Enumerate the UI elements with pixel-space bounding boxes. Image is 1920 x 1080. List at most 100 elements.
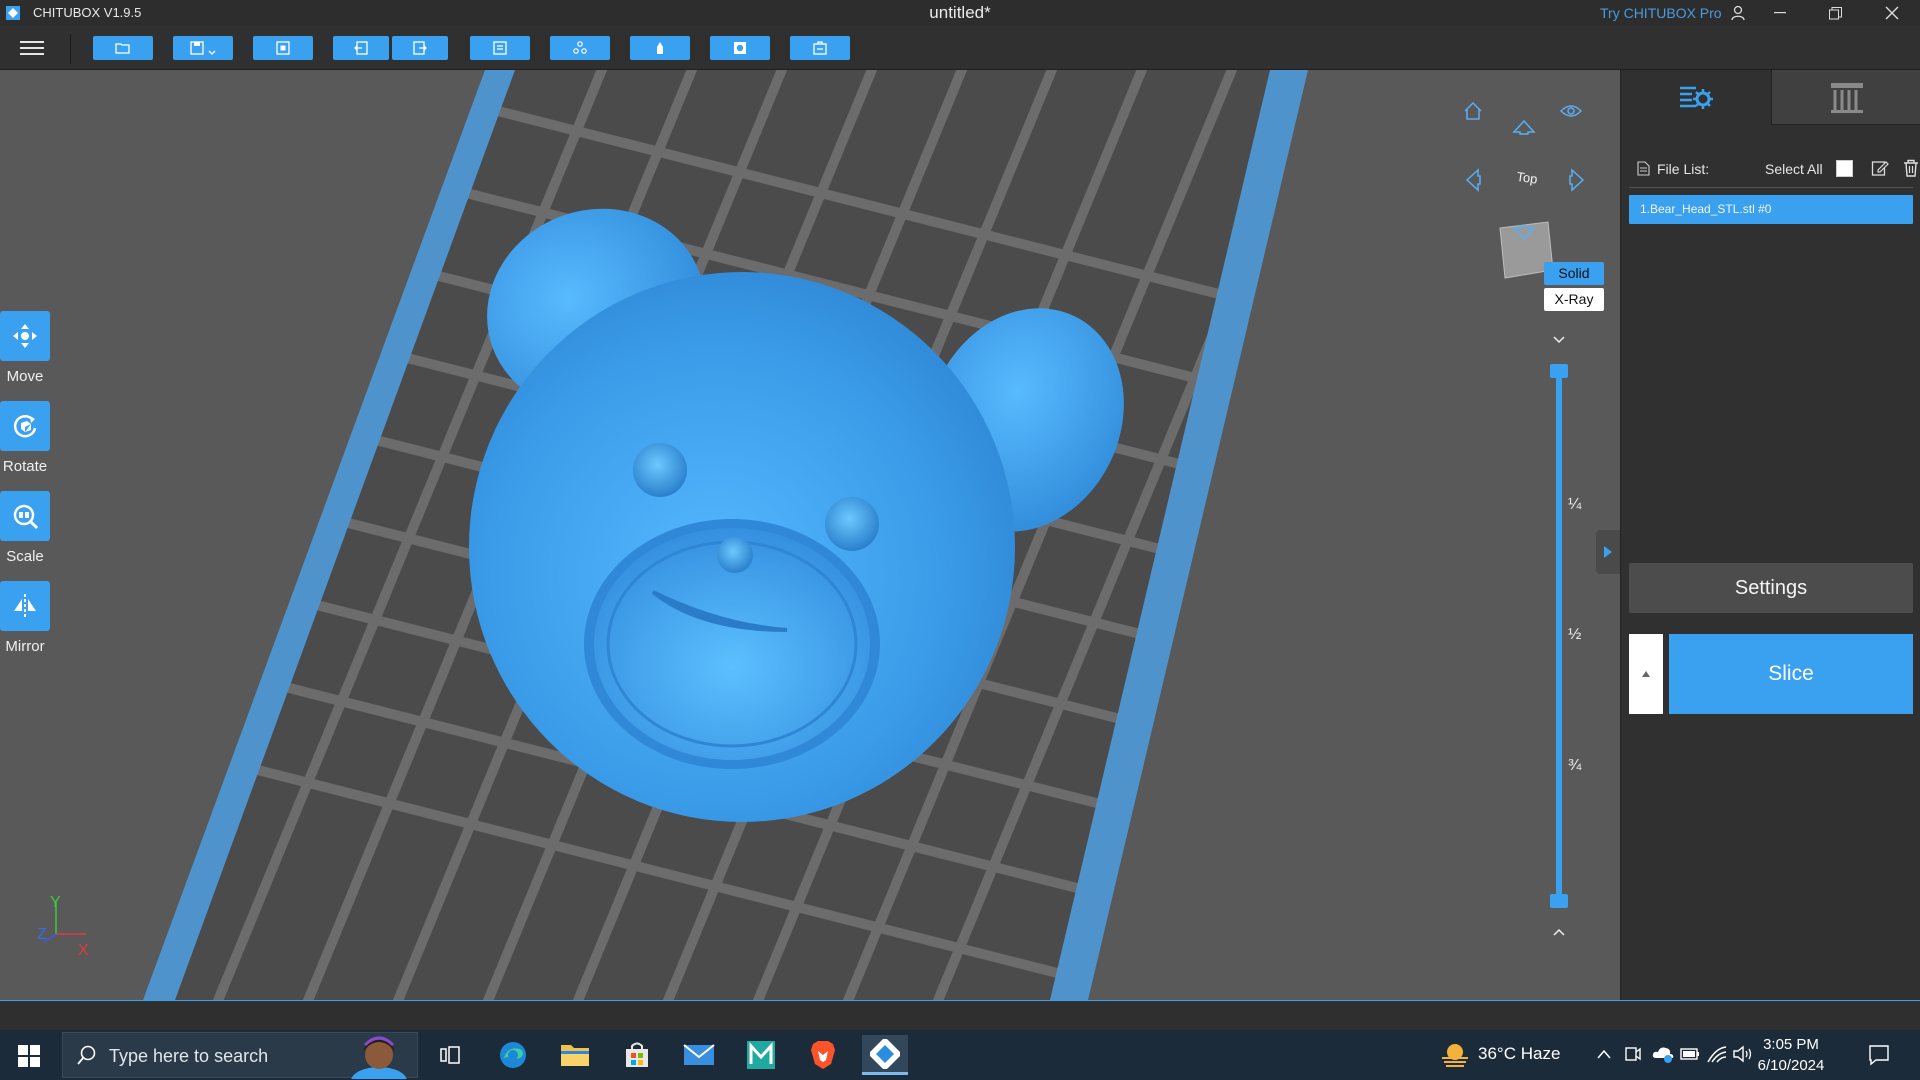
brave-browser-icon[interactable]: [800, 1035, 846, 1075]
trash-icon[interactable]: [1903, 159, 1919, 177]
chevron-up-icon[interactable]: [1596, 1048, 1612, 1060]
select-all-label: Select All: [1765, 161, 1823, 177]
layer-slider-track[interactable]: [1556, 372, 1562, 902]
arrow-down-icon[interactable]: [1512, 224, 1536, 242]
move-tool-button[interactable]: [0, 311, 50, 361]
move-tool[interactable]: Move: [0, 311, 50, 385]
rotate-tool-button[interactable]: [0, 401, 50, 451]
chitubox-taskbar-icon[interactable]: [862, 1035, 908, 1075]
wifi-icon[interactable]: [1706, 1044, 1728, 1064]
slider-mark-quarter: ¼: [1568, 496, 1582, 513]
layout-icon: [493, 41, 507, 55]
layer-slider-top-handle[interactable]: [1550, 364, 1568, 378]
taskbar-clock[interactable]: 3:05 PM 6/10/2024: [1746, 1034, 1836, 1076]
layer-slider-bottom-handle[interactable]: [1550, 894, 1568, 908]
build-plate-scene: Top: [143, 70, 1554, 1000]
settings-button[interactable]: Settings: [1629, 563, 1913, 613]
clock-date: 6/10/2024: [1757, 1057, 1825, 1074]
search-highlight-illustration-icon: [351, 1036, 407, 1079]
meet-now-icon[interactable]: [1624, 1044, 1642, 1064]
rotate-tool[interactable]: Rotate: [0, 401, 50, 475]
hamburger-menu-icon[interactable]: [20, 37, 44, 59]
open-file-icon: [115, 43, 130, 54]
arrow-up-icon[interactable]: [1512, 118, 1536, 136]
right-panel: File List: Select All 1.Bear_Head_STL.st…: [1620, 70, 1920, 1000]
windows-start-icon[interactable]: [18, 1045, 40, 1067]
clock-time: 3:05 PM: [1763, 1036, 1819, 1053]
supports-icon: [1830, 83, 1863, 113]
undo-button[interactable]: [333, 36, 389, 60]
toolbar-divider: [70, 34, 71, 64]
view-cube-face: Top: [1516, 169, 1539, 187]
search-placeholder: Type here to search: [109, 1046, 269, 1066]
onedrive-icon[interactable]: [1652, 1044, 1674, 1064]
maya-app-icon[interactable]: [738, 1035, 784, 1075]
mirror-tool-button[interactable]: [0, 581, 50, 631]
notification-icon[interactable]: [1868, 1044, 1890, 1066]
axis-x-label: X: [78, 942, 89, 959]
restore-icon[interactable]: [1820, 0, 1850, 26]
center-icon: [276, 41, 290, 55]
hollow-icon: [734, 42, 746, 54]
battery-icon[interactable]: [1680, 1045, 1700, 1063]
select-all-checkbox[interactable]: [1836, 160, 1853, 177]
layout-button[interactable]: [470, 36, 530, 60]
weather-text[interactable]: 36°C Haze: [1478, 1044, 1560, 1064]
home-view-icon[interactable]: [1462, 100, 1484, 122]
3d-viewport[interactable]: Top Move Rotate Scale Mirror Solid X-Ray: [0, 70, 1620, 1000]
drill-icon: [813, 41, 827, 55]
minimize-icon[interactable]: [1765, 0, 1795, 26]
file-list-label: File List:: [1657, 161, 1710, 177]
tab-supports[interactable]: [1771, 70, 1920, 125]
mirror-icon: [14, 594, 36, 618]
close-icon[interactable]: [1877, 0, 1907, 26]
arrow-left-icon[interactable]: [1464, 168, 1482, 192]
open-file-button[interactable]: [93, 36, 153, 60]
slider-mark-half: ½: [1568, 626, 1582, 643]
eye-icon[interactable]: [1560, 103, 1582, 119]
mirror-tool[interactable]: Mirror: [0, 581, 50, 655]
scale-label: Scale: [6, 548, 44, 565]
scale-tool-button[interactable]: [0, 491, 50, 541]
xray-view-button[interactable]: X-Ray: [1544, 288, 1604, 311]
triangle-right-icon: [1604, 546, 1612, 558]
support-icon: [657, 42, 663, 54]
slice-options-button[interactable]: [1629, 634, 1663, 714]
mail-icon[interactable]: [676, 1035, 722, 1075]
arrow-right-icon[interactable]: [1568, 168, 1586, 192]
try-pro-link[interactable]: Try CHITUBOX Pro: [1600, 5, 1722, 21]
taskbar-search-box[interactable]: Type here to search: [62, 1032, 418, 1079]
drill-hole-button[interactable]: [790, 36, 850, 60]
redo-button[interactable]: [392, 36, 448, 60]
redo-icon: [413, 41, 427, 55]
slice-group: Slice: [1629, 634, 1913, 714]
hollow-button[interactable]: [710, 36, 770, 60]
scale-icon: [13, 504, 39, 530]
solid-view-button[interactable]: Solid: [1544, 262, 1604, 285]
title-bar: CHITUBOX V1.9.5 untitled* Try CHITUBOX P…: [0, 0, 1920, 26]
user-icon[interactable]: [1727, 0, 1749, 26]
axis-z-label: Z: [37, 926, 47, 943]
tab-models[interactable]: [1621, 70, 1771, 125]
edit-icon[interactable]: [1871, 159, 1889, 177]
scale-tool[interactable]: Scale: [0, 491, 50, 565]
support-button[interactable]: [630, 36, 690, 60]
chevron-down-icon[interactable]: [1552, 332, 1566, 348]
chevron-up-icon[interactable]: [1552, 924, 1566, 940]
task-view-icon[interactable]: [427, 1035, 473, 1075]
weather-haze-icon: [1442, 1044, 1468, 1067]
file-list-divider: [1629, 187, 1913, 188]
duplicate-button[interactable]: [550, 36, 610, 60]
save-icon: [190, 41, 204, 55]
slider-mark-three-quarter: ¾: [1568, 757, 1582, 774]
file-list-item[interactable]: 1.Bear_Head_STL.stl #0: [1629, 195, 1913, 224]
center-model-button[interactable]: [253, 36, 313, 60]
file-list-header: File List: Select All: [1633, 158, 1918, 180]
microsoft-store-icon[interactable]: [614, 1035, 660, 1075]
slice-button[interactable]: Slice: [1669, 634, 1913, 714]
expand-panel-handle[interactable]: [1596, 530, 1620, 574]
edge-browser-icon[interactable]: [490, 1035, 536, 1075]
file-explorer-icon[interactable]: [552, 1035, 598, 1075]
save-button[interactable]: [173, 36, 233, 60]
status-bar: [0, 1000, 1920, 1030]
